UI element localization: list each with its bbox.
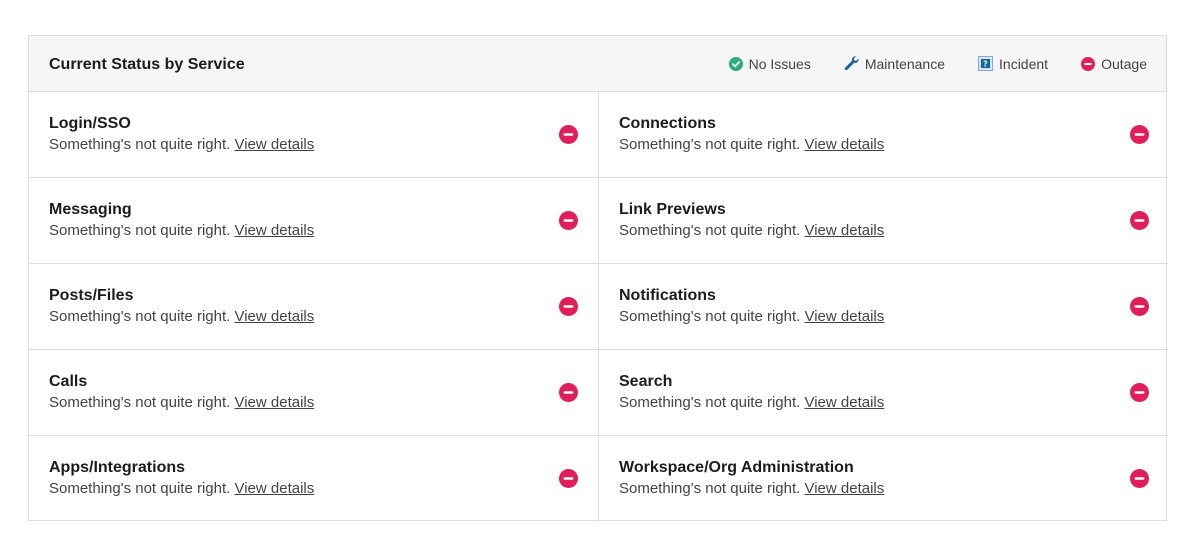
service-name: Posts/Files	[49, 287, 134, 304]
status-text: Something's not quite right.	[619, 136, 801, 153]
legend-label: Incident	[999, 55, 1049, 72]
service-name: Calls	[49, 373, 88, 390]
outage-icon	[1130, 469, 1149, 488]
wrench-icon	[844, 56, 859, 71]
outage-icon	[1130, 383, 1149, 402]
status-panel: Current Status by Service No Issues Main…	[28, 35, 1168, 522]
service-message: Something's not quite right. View detail…	[49, 134, 598, 156]
status-text: Something's not quite right.	[619, 480, 801, 497]
outage-icon	[559, 297, 578, 316]
view-details-link[interactable]: View details	[804, 394, 884, 411]
view-details-link[interactable]: View details	[804, 136, 884, 153]
status-text: Something's not quite right.	[49, 308, 231, 325]
service-message: Something's not quite right. View detail…	[49, 220, 598, 242]
view-details-link[interactable]: View details	[804, 222, 884, 239]
service-row-notifications: Notifications Something's not quite righ…	[599, 264, 1168, 350]
status-text: Something's not quite right.	[619, 394, 801, 411]
status-text: Something's not quite right.	[49, 480, 231, 497]
service-row-calls: Calls Something's not quite right. View …	[29, 350, 599, 436]
service-row-search: Search Something's not quite right. View…	[599, 350, 1168, 436]
incident-icon: ?	[978, 56, 994, 71]
check-circle-icon	[728, 56, 743, 71]
status-text: Something's not quite right.	[619, 222, 801, 239]
outage-icon	[1130, 211, 1149, 230]
service-message: Something's not quite right. View detail…	[619, 392, 1168, 414]
service-row-link-previews: Link Previews Something's not quite righ…	[599, 178, 1168, 264]
status-text: Something's not quite right.	[49, 136, 231, 153]
view-details-link[interactable]: View details	[234, 222, 314, 239]
view-details-link[interactable]: View details	[234, 136, 314, 153]
view-details-link[interactable]: View details	[804, 480, 884, 497]
service-name: Apps/Integrations	[49, 459, 186, 476]
legend-maintenance: Maintenance	[844, 56, 945, 72]
service-row-messaging: Messaging Something's not quite right. V…	[29, 178, 599, 264]
view-details-link[interactable]: View details	[234, 480, 314, 497]
panel-title: Current Status by Service	[49, 55, 245, 73]
service-name: Login/SSO	[49, 115, 131, 132]
legend-label: Maintenance	[864, 55, 946, 72]
service-message: Something's not quite right. View detail…	[49, 306, 598, 328]
service-name: Connections	[619, 115, 716, 132]
service-row-posts-files: Posts/Files Something's not quite right.…	[29, 264, 599, 350]
view-details-link[interactable]: View details	[234, 308, 314, 325]
service-name: Messaging	[49, 201, 132, 218]
service-message: Something's not quite right. View detail…	[49, 478, 598, 500]
legend-label: No Issues	[748, 55, 811, 72]
svg-text:?: ?	[983, 60, 988, 69]
status-text: Something's not quite right.	[619, 308, 801, 325]
legend-no-issues: No Issues	[728, 55, 811, 72]
outage-icon	[559, 469, 578, 488]
outage-icon	[1081, 56, 1096, 71]
service-row-workspace-org-administration: Workspace/Org Administration Something's…	[599, 436, 1168, 522]
outage-icon	[1130, 297, 1149, 316]
legend-label: Outage	[1101, 55, 1147, 72]
service-row-apps-integrations: Apps/Integrations Something's not quite …	[29, 436, 599, 522]
service-name: Notifications	[619, 287, 716, 304]
service-row-connections: Connections Something's not quite right.…	[599, 92, 1168, 178]
service-name: Search	[619, 373, 673, 390]
service-grid: Login/SSO Something's not quite right. V…	[29, 92, 1168, 522]
view-details-link[interactable]: View details	[804, 308, 884, 325]
service-message: Something's not quite right. View detail…	[619, 134, 1168, 156]
outage-icon	[559, 211, 578, 230]
legend-incident: ? Incident	[978, 56, 1048, 72]
status-text: Something's not quite right.	[49, 222, 231, 239]
service-message: Something's not quite right. View detail…	[619, 478, 1168, 500]
service-message: Something's not quite right. View detail…	[49, 392, 598, 414]
outage-icon	[559, 125, 578, 144]
service-row-login-sso: Login/SSO Something's not quite right. V…	[29, 92, 599, 178]
service-message: Something's not quite right. View detail…	[619, 220, 1168, 242]
service-message: Something's not quite right. View detail…	[619, 306, 1168, 328]
service-name: Workspace/Org Administration	[619, 459, 854, 476]
status-legend: No Issues Maintenance ? Incident Outage	[728, 55, 1147, 72]
outage-icon	[1130, 125, 1149, 144]
outage-icon	[559, 383, 578, 402]
status-panel-header: Current Status by Service No Issues Main…	[29, 36, 1166, 92]
service-name: Link Previews	[619, 201, 726, 218]
legend-outage: Outage	[1081, 56, 1147, 72]
status-text: Something's not quite right.	[49, 394, 231, 411]
view-details-link[interactable]: View details	[234, 394, 314, 411]
